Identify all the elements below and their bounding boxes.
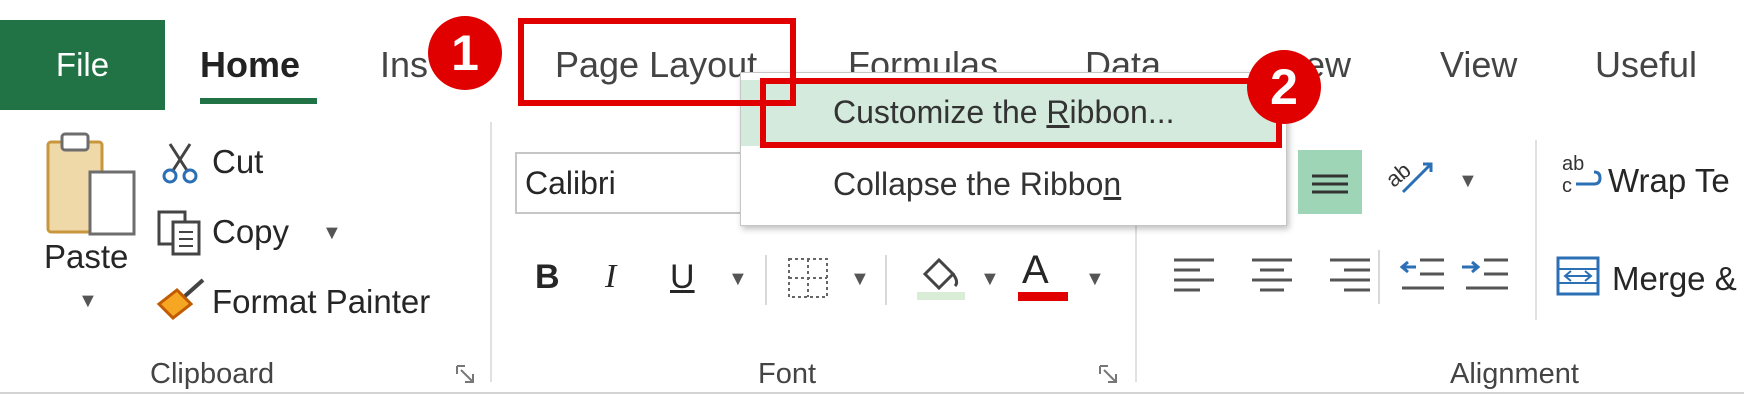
wrap-text-icon[interactable]: ab c — [1560, 150, 1604, 198]
annotation-badge-2: 2 — [1247, 50, 1321, 124]
underline-dropdown-arrow-icon[interactable]: ▼ — [728, 268, 748, 291]
align-left-icon[interactable] — [1170, 252, 1390, 302]
ribbon-divider — [0, 392, 1744, 394]
tab-file[interactable]: File — [0, 20, 165, 110]
tab-file-label: File — [55, 46, 110, 83]
alignment-separator — [1378, 250, 1380, 304]
font-color-button[interactable]: A — [1022, 248, 1049, 293]
copy-button[interactable]: Copy — [212, 213, 289, 251]
paste-button[interactable]: Paste — [44, 238, 128, 276]
paste-dropdown-arrow-icon[interactable]: ▼ — [78, 290, 98, 313]
font-color-bar — [1018, 292, 1068, 301]
font-group-label: Font — [758, 358, 817, 390]
format-painter-icon[interactable] — [155, 278, 207, 322]
annotation-highlight-page-layout — [518, 18, 796, 106]
tab-insert[interactable]: Ins — [380, 44, 428, 86]
orientation-dropdown-arrow-icon[interactable]: ▼ — [1458, 170, 1478, 193]
tab-useful[interactable]: Useful — [1595, 44, 1697, 86]
merge-button[interactable]: Merge & — [1612, 260, 1737, 298]
clipboard-launcher-icon[interactable] — [455, 364, 477, 386]
scissors-icon[interactable] — [162, 142, 198, 184]
alignment-separator — [1535, 140, 1537, 320]
svg-text:c: c — [1562, 175, 1572, 197]
svg-text:ab: ab — [1562, 153, 1584, 175]
font-color-dropdown-arrow-icon[interactable]: ▼ — [1085, 268, 1105, 291]
italic-button[interactable]: I — [605, 258, 616, 296]
borders-icon[interactable] — [785, 255, 831, 301]
align-middle-button[interactable] — [1298, 150, 1362, 214]
wrap-text-button[interactable]: Wrap Te — [1608, 162, 1730, 200]
format-painter-button[interactable]: Format Painter — [212, 283, 430, 321]
borders-dropdown-arrow-icon[interactable]: ▼ — [850, 268, 870, 291]
annotation-badge-1: 1 — [428, 16, 502, 90]
fill-color-dropdown-arrow-icon[interactable]: ▼ — [980, 268, 1000, 291]
tab-home[interactable]: Home — [200, 44, 300, 86]
cut-button[interactable]: Cut — [212, 143, 263, 181]
copy-icon[interactable] — [155, 210, 205, 256]
clipboard-group-label: Clipboard — [150, 358, 275, 390]
tab-view[interactable]: View — [1440, 44, 1517, 86]
font-launcher-icon[interactable] — [1098, 364, 1120, 386]
indent-icon[interactable] — [1398, 252, 1518, 302]
alignment-group-label: Alignment — [1450, 358, 1579, 390]
svg-text:ab: ab — [1385, 157, 1416, 192]
underline-button[interactable]: U — [670, 258, 695, 297]
group-separator — [490, 122, 492, 382]
annotation-highlight-customize — [760, 78, 1282, 148]
font-separator — [765, 255, 767, 305]
fill-color-icon[interactable] — [915, 250, 967, 302]
copy-dropdown-arrow-icon[interactable]: ▼ — [322, 222, 342, 245]
orientation-icon[interactable]: ab — [1381, 152, 1440, 202]
font-separator — [885, 255, 887, 305]
menu-item-collapse-ribbon[interactable]: Collapse the Ribbon — [833, 166, 1121, 203]
active-tab-indicator — [200, 98, 317, 104]
merge-icon[interactable] — [1555, 255, 1601, 297]
paste-icon[interactable] — [40, 130, 140, 245]
bold-button[interactable]: B — [535, 258, 560, 297]
